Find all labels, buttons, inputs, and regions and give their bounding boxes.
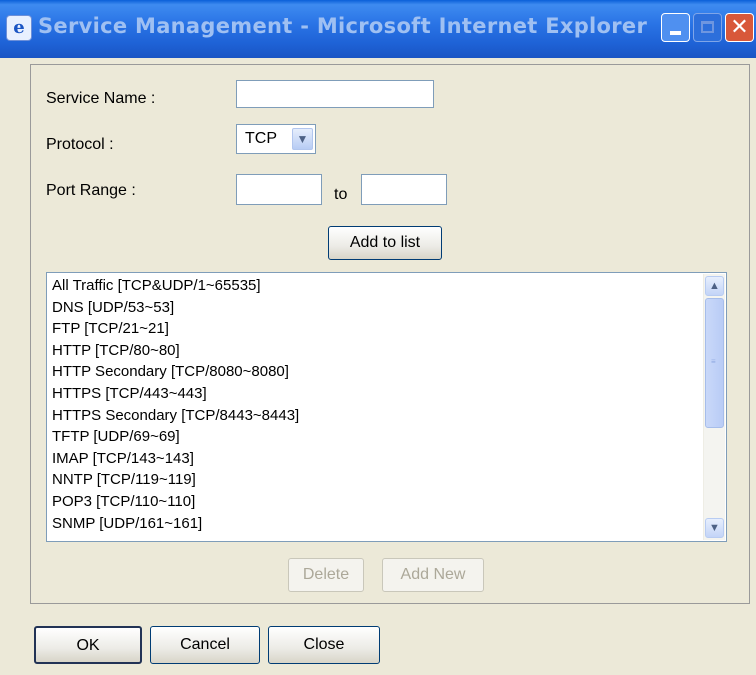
scroll-down-icon[interactable]: ▼: [705, 518, 724, 538]
maximize-icon: [701, 21, 714, 33]
chevron-down-icon[interactable]: ▼: [292, 128, 313, 150]
list-item[interactable]: HTTP Secondary [TCP/8080~8080]: [52, 363, 289, 380]
service-name-input[interactable]: [236, 80, 434, 108]
title-bar[interactable]: e Service Management - Microsoft Interne…: [0, 0, 756, 58]
service-management-window: e Service Management - Microsoft Interne…: [0, 0, 756, 675]
list-item[interactable]: TFTP [UDP/69~69]: [52, 428, 180, 445]
protocol-select[interactable]: TCP ▼: [236, 124, 316, 154]
list-item[interactable]: HTTPS Secondary [TCP/8443~8443]: [52, 407, 299, 424]
maximize-button[interactable]: [693, 13, 722, 42]
scroll-up-icon[interactable]: ▲: [705, 276, 724, 296]
list-item[interactable]: SNMP [UDP/161~161]: [52, 515, 202, 532]
delete-button[interactable]: Delete: [288, 558, 364, 592]
scroll-thumb[interactable]: ≡: [705, 298, 724, 428]
dialog-content: Service Name : Protocol : TCP ▼ Port Ran…: [0, 58, 756, 675]
list-item[interactable]: FTP [TCP/21~21]: [52, 320, 169, 337]
protocol-label: Protocol :: [46, 136, 114, 153]
list-item[interactable]: HTTP [TCP/80~80]: [52, 342, 180, 359]
service-list[interactable]: All Traffic [TCP&UDP/1~65535] DNS [UDP/53…: [46, 272, 727, 542]
list-scrollbar[interactable]: ▲ ≡ ▼: [703, 274, 725, 540]
minimize-button[interactable]: [661, 13, 690, 42]
add-new-button[interactable]: Add New: [382, 558, 484, 592]
list-item[interactable]: NNTP [TCP/119~119]: [52, 471, 196, 488]
list-item[interactable]: POP3 [TCP/110~110]: [52, 493, 195, 510]
port-range-label: Port Range :: [46, 182, 136, 199]
add-to-list-button[interactable]: Add to list: [328, 226, 442, 260]
port-to-label: to: [334, 186, 348, 203]
ok-button[interactable]: OK: [34, 626, 142, 664]
protocol-value: TCP: [245, 130, 277, 147]
window-title: Service Management - Microsoft Internet …: [38, 14, 648, 38]
grip-icon: ≡: [711, 357, 716, 366]
port-to-input[interactable]: [361, 174, 447, 205]
ie-icon: e: [6, 15, 32, 41]
list-item[interactable]: DNS [UDP/53~53]: [52, 299, 174, 316]
list-item[interactable]: All Traffic [TCP&UDP/1~65535]: [52, 277, 261, 294]
close-button[interactable]: Close: [268, 626, 380, 664]
cancel-button[interactable]: Cancel: [150, 626, 260, 664]
service-name-label: Service Name :: [46, 90, 156, 107]
port-from-input[interactable]: [236, 174, 322, 205]
close-icon: ✕: [730, 15, 749, 40]
list-item[interactable]: HTTPS [TCP/443~443]: [52, 385, 207, 402]
list-item[interactable]: IMAP [TCP/143~143]: [52, 450, 194, 467]
close-window-button[interactable]: ✕: [725, 13, 754, 42]
minimize-icon: [670, 31, 681, 35]
